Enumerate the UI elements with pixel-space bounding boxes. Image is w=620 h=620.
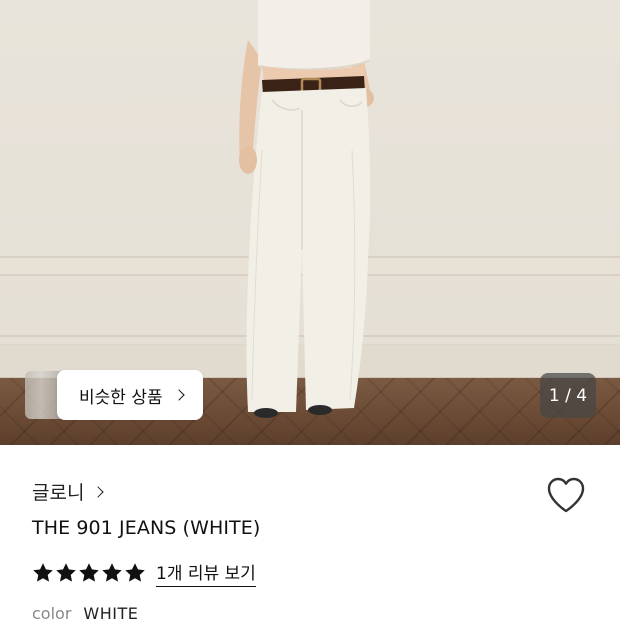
review-link[interactable]: 1개 리뷰 보기 — [156, 559, 256, 587]
star-filled-icon — [125, 563, 145, 582]
option-label: color — [32, 604, 72, 620]
star-filled-icon — [56, 563, 76, 582]
star-filled-icon — [79, 563, 99, 582]
product-title: THE 901 JEANS (WHITE) — [32, 517, 261, 539]
brand-name: 글로니 — [32, 482, 85, 504]
image-page-indicator: 1 / 4 — [540, 373, 596, 418]
star-rating — [32, 562, 146, 584]
page-indicator-text: 1 / 4 — [548, 385, 588, 406]
brand-link[interactable]: 글로니 — [32, 478, 105, 505]
chevron-right-icon — [92, 486, 105, 498]
option-value: WHITE — [83, 604, 139, 620]
rating-row: 1개 리뷰 보기 — [32, 559, 256, 587]
heart-outline-icon[interactable] — [545, 475, 587, 515]
similar-products-button[interactable]: 비슷한 상품 — [57, 370, 203, 420]
star-filled-icon — [102, 563, 122, 582]
similar-products-label: 비슷한 상품 — [79, 387, 163, 408]
chevron-right-icon — [172, 389, 185, 401]
star-filled-icon — [33, 563, 53, 582]
option-row: color WHITE — [32, 604, 138, 620]
